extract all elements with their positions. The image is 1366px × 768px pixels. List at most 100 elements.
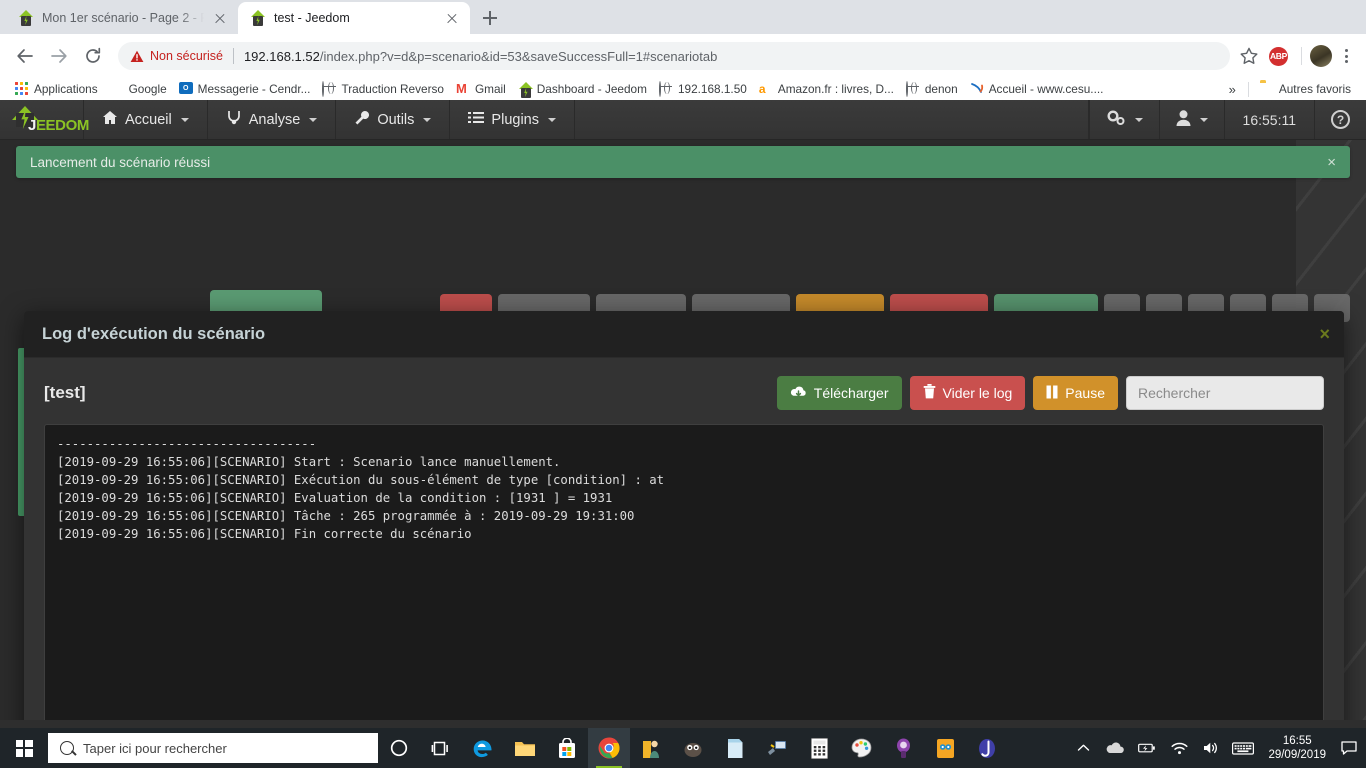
bookmark-label: Dashboard - Jeedom (536, 82, 647, 96)
chrome-menu-icon[interactable] (1334, 43, 1358, 69)
show-hidden-icons-icon[interactable] (1068, 728, 1098, 768)
jeedom-icon (18, 10, 34, 26)
address-bar[interactable]: Non sécurisé 192.168.1.52/index.php?v=d&… (118, 42, 1230, 70)
reload-icon[interactable] (78, 41, 108, 71)
bookmark-applications[interactable]: Applications (9, 80, 104, 98)
action-center-icon[interactable] (1336, 728, 1362, 768)
nav-item-outils[interactable]: Outils (336, 100, 451, 139)
url-host: 192.168.1.52 (243, 48, 320, 64)
browser-tab-2[interactable]: test - Jeedom (238, 2, 470, 34)
gmail-icon: M (455, 81, 467, 96)
back-icon[interactable] (10, 41, 40, 71)
nav-item-settings[interactable] (1088, 100, 1159, 139)
close-icon[interactable] (212, 10, 228, 26)
bookmark-label: Accueil - www.cesu.... (988, 82, 1104, 96)
star-icon[interactable] (1236, 43, 1262, 69)
folder-icon (1260, 82, 1274, 96)
bookmark-google[interactable]: Google (104, 80, 173, 98)
search-input[interactable] (1126, 376, 1324, 410)
volume-icon[interactable] (1196, 728, 1226, 768)
download-button[interactable]: Télécharger (776, 376, 902, 410)
nav-item-plugins[interactable]: Plugins (450, 100, 575, 139)
other-bookmarks-folder[interactable]: Autres favoris (1254, 80, 1357, 98)
log-line: [2019-09-29 16:55:06][SCENARIO] Exécutio… (57, 473, 665, 487)
bookmark-denon[interactable]: denon (900, 80, 964, 98)
teamviewer-icon[interactable] (924, 728, 966, 768)
log-line: ----------------------------------- (57, 437, 317, 451)
taskbar-time: 16:55 (1282, 735, 1312, 747)
pause-button[interactable]: Pause (1033, 376, 1118, 410)
explorer-folder-icon[interactable] (630, 728, 672, 768)
bookmark-reverso[interactable]: Traduction Reverso (316, 80, 450, 98)
amazon-icon: a (758, 82, 766, 96)
button-label: Télécharger (813, 385, 889, 401)
taskbar-clock[interactable]: 16:55 29/09/2019 (1260, 734, 1334, 762)
jeedom-logo[interactable]: JEEDOM (0, 100, 89, 139)
system-tray: 16:55 29/09/2019 (1068, 728, 1366, 768)
clear-log-button[interactable]: Vider le log (909, 376, 1026, 410)
bookmark-cesu[interactable]: Accueil - www.cesu.... (964, 80, 1110, 98)
new-tab-button[interactable] (476, 4, 504, 32)
pause-icon (1046, 385, 1058, 402)
bookmark-amazon[interactable]: a Amazon.fr : livres, D... (753, 80, 900, 98)
purple-app-icon[interactable] (882, 728, 924, 768)
onedrive-icon[interactable] (1100, 728, 1130, 768)
bookmark-label: Messagerie - Cendr... (197, 82, 311, 96)
navbar-right-group: 16:55:11 ? (1088, 100, 1366, 139)
log-output-pane[interactable]: ----------------------------------- [201… (44, 424, 1324, 720)
battery-icon[interactable] (1132, 728, 1162, 768)
task-view-icon[interactable] (420, 728, 462, 768)
gimp-icon[interactable] (672, 728, 714, 768)
bookmark-messagerie[interactable]: O Messagerie - Cendr... (173, 80, 317, 98)
url-path: /index.php?v=d&p=scenario&id=53&saveSucc… (319, 48, 718, 64)
bookmark-label: Google (128, 82, 167, 96)
adblock-plus-icon[interactable]: ABP (1269, 46, 1288, 66)
paint-icon[interactable] (840, 728, 882, 768)
chevron-down-icon (1199, 117, 1208, 122)
calculator-icon[interactable] (798, 728, 840, 768)
outlook-icon: O (178, 82, 193, 96)
modal-close-icon[interactable]: × (1319, 325, 1330, 343)
browser-tab-1[interactable]: Mon 1er scénario - Page 2 - Foru (6, 2, 238, 34)
close-icon[interactable] (444, 10, 460, 26)
cortana-icon[interactable] (378, 728, 420, 768)
bookmark-label: Amazon.fr : livres, D... (777, 82, 894, 96)
forward-icon[interactable] (44, 41, 74, 71)
edge-icon[interactable] (462, 728, 504, 768)
network-tool-icon[interactable] (756, 728, 798, 768)
chrome-icon[interactable] (588, 728, 630, 768)
start-button[interactable] (0, 728, 48, 768)
wifi-icon[interactable] (1164, 728, 1194, 768)
nav-item-analyse[interactable]: Analyse (208, 100, 337, 139)
log-modal: Log d'exécution du scénario × [test] Tél… (24, 311, 1344, 720)
keyboard-icon[interactable] (1228, 728, 1258, 768)
bookmark-label: denon (924, 82, 958, 96)
windows-logo-icon (15, 739, 33, 757)
close-icon[interactable]: × (1327, 155, 1336, 170)
tab-strip: Mon 1er scénario - Page 2 - Foru test - … (0, 0, 1366, 34)
bookmark-192-168-1-50[interactable]: 192.168.1.50 (653, 80, 753, 98)
bookmark-gmail[interactable]: M Gmail (450, 80, 512, 98)
profile-avatar[interactable] (1310, 45, 1332, 67)
browser-toolbar: Non sécurisé 192.168.1.52/index.php?v=d&… (0, 34, 1366, 78)
jeedom-icon (518, 82, 533, 98)
bookmarks-overflow-button[interactable]: » (1222, 80, 1243, 99)
log-toolbar: [test] Télécharger Vider le log Pause Re… (44, 374, 1324, 412)
url-text: 192.168.1.52/index.php?v=d&p=scenario&id… (244, 49, 717, 64)
analysis-icon (226, 110, 242, 129)
blue-app-icon[interactable] (966, 728, 1008, 768)
file-explorer-icon[interactable] (504, 728, 546, 768)
chevron-down-icon (1134, 117, 1143, 122)
nav-item-user[interactable] (1158, 100, 1224, 139)
microsoft-store-icon[interactable] (546, 728, 588, 768)
scenario-name: [test] (44, 383, 86, 402)
toolbar-divider (1301, 47, 1302, 65)
bookmark-label: Gmail (474, 82, 506, 96)
chevron-down-icon (547, 117, 556, 122)
taskbar-search-box[interactable]: Taper ici pour rechercher (48, 733, 378, 763)
notepad-icon[interactable] (714, 728, 756, 768)
bookmark-dashboard-jeedom[interactable]: Dashboard - Jeedom (512, 80, 653, 98)
nav-item-help[interactable]: ? (1314, 100, 1366, 139)
nav-item-accueil[interactable]: Accueil (84, 100, 208, 139)
bookmark-label: Autres favoris (1278, 82, 1351, 96)
